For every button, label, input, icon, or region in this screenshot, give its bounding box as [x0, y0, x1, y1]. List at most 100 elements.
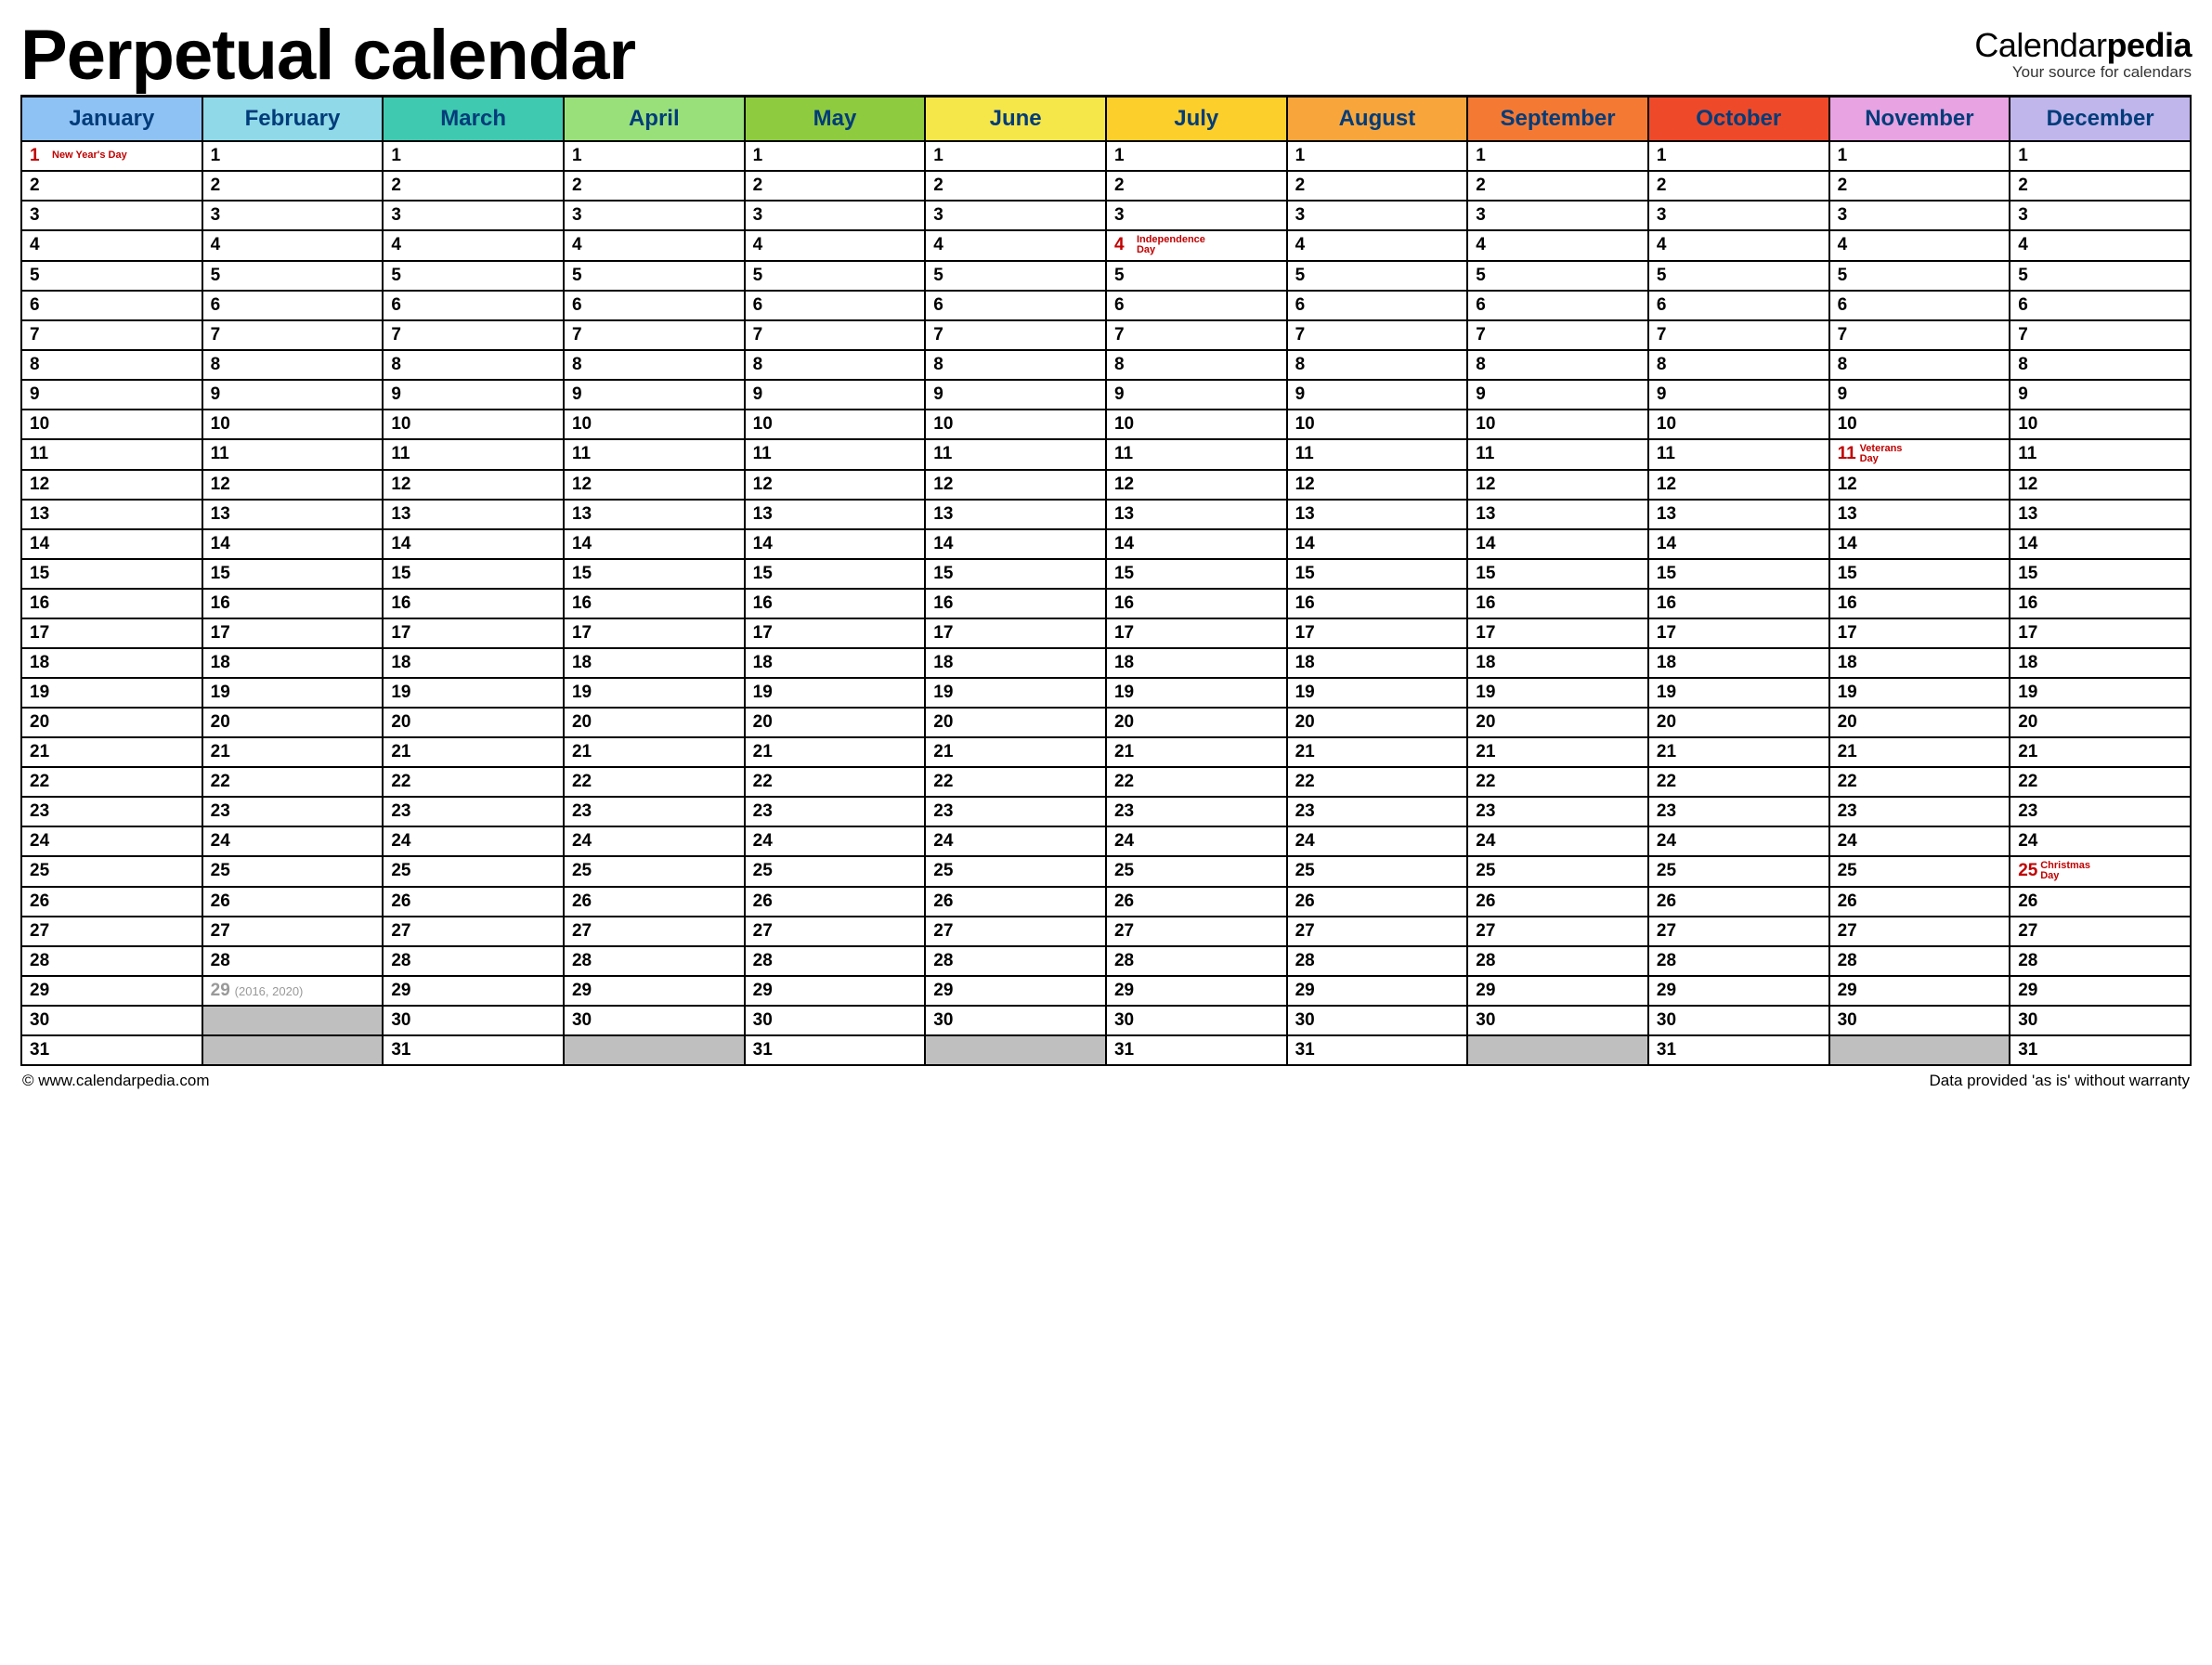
day-cell: 5 — [564, 261, 745, 291]
day-cell: 23 — [1467, 797, 1648, 826]
day-row: 31313131313131 — [21, 1035, 2191, 1065]
day-number: 21 — [1476, 742, 1496, 762]
day-cell: 20 — [1287, 708, 1468, 737]
day-cell: 16 — [2010, 589, 2191, 618]
day-number: 18 — [1114, 653, 1135, 673]
day-cell: 20 — [1648, 708, 1829, 737]
day-number: 24 — [1295, 831, 1316, 852]
footer: © www.calendarpedia.com Data provided 'a… — [20, 1066, 2192, 1090]
day-cell: 29(2016, 2020) — [202, 976, 384, 1006]
day-cell: 23 — [745, 797, 926, 826]
day-cell: 31 — [383, 1035, 564, 1065]
day-number: 24 — [2018, 831, 2038, 852]
holiday-label: New Year's Day — [52, 150, 127, 162]
day-number: 22 — [30, 772, 50, 792]
day-number: 15 — [1838, 564, 1858, 584]
day-number: 6 — [1476, 295, 1496, 316]
day-cell: 6 — [564, 291, 745, 320]
day-number: 24 — [1838, 831, 1858, 852]
day-cell: 11 — [925, 439, 1106, 470]
day-number: 13 — [2018, 504, 2038, 525]
day-cell: 31 — [2010, 1035, 2191, 1065]
day-number: 31 — [1295, 1040, 1316, 1060]
day-number: 4 — [211, 235, 231, 255]
day-number: 8 — [572, 355, 592, 375]
day-cell: 13 — [202, 500, 384, 529]
day-cell: 9 — [2010, 380, 2191, 410]
day-cell: 9 — [1106, 380, 1287, 410]
day-cell: 13 — [2010, 500, 2191, 529]
month-header-october: October — [1648, 97, 1829, 141]
day-cell: 19 — [1287, 678, 1468, 708]
day-number: 11 — [1838, 444, 1858, 464]
day-number: 20 — [391, 712, 411, 733]
day-cell: 27 — [1106, 917, 1287, 946]
day-number: 27 — [30, 921, 50, 942]
day-cell: 14 — [202, 529, 384, 559]
day-cell: 9 — [1287, 380, 1468, 410]
day-cell: 14 — [745, 529, 926, 559]
day-cell: 2 — [745, 171, 926, 201]
day-cell: 7 — [1467, 320, 1648, 350]
day-cell: 14 — [383, 529, 564, 559]
day-cell: 27 — [745, 917, 926, 946]
day-cell: 17 — [21, 618, 202, 648]
day-cell: 16 — [745, 589, 926, 618]
day-cell: 4 — [1648, 230, 1829, 261]
day-cell: 28 — [1287, 946, 1468, 976]
day-number: 6 — [211, 295, 231, 316]
day-number: 19 — [572, 683, 592, 703]
day-cell: 19 — [202, 678, 384, 708]
day-number: 15 — [30, 564, 50, 584]
day-cell: 16 — [383, 589, 564, 618]
day-cell: 15 — [21, 559, 202, 589]
day-cell: 27 — [383, 917, 564, 946]
day-cell: 22 — [745, 767, 926, 797]
day-cell: 20 — [21, 708, 202, 737]
day-number: 13 — [933, 504, 954, 525]
day-number: 23 — [1295, 801, 1316, 822]
day-cell: 21 — [1648, 737, 1829, 767]
day-cell: 2 — [1287, 171, 1468, 201]
day-number: 13 — [572, 504, 592, 525]
day-cell: 31 — [1287, 1035, 1468, 1065]
day-number: 5 — [211, 266, 231, 286]
day-number: 24 — [391, 831, 411, 852]
day-number: 4 — [391, 235, 411, 255]
day-cell: 3 — [1287, 201, 1468, 230]
day-number: 6 — [753, 295, 774, 316]
day-cell: 6 — [1106, 291, 1287, 320]
day-number: 1 — [572, 146, 592, 166]
day-cell: 3 — [21, 201, 202, 230]
month-header-may: May — [745, 97, 926, 141]
day-number: 18 — [211, 653, 231, 673]
day-number: 31 — [391, 1040, 411, 1060]
day-cell: 25 — [21, 856, 202, 887]
day-number: 1 — [933, 146, 954, 166]
day-number: 31 — [2018, 1040, 2038, 1060]
day-number: 29 — [1838, 981, 1858, 1001]
month-header-february: February — [202, 97, 384, 141]
day-number: 5 — [1657, 266, 1677, 286]
day-cell: 6 — [383, 291, 564, 320]
day-cell: 30 — [564, 1006, 745, 1035]
day-cell: 12 — [383, 470, 564, 500]
brand-name-part1: Calendar — [1974, 26, 2106, 64]
day-cell: 17 — [925, 618, 1106, 648]
day-cell: 25 — [1106, 856, 1287, 887]
day-cell: 3 — [1106, 201, 1287, 230]
day-cell: 27 — [1287, 917, 1468, 946]
day-cell: 27 — [925, 917, 1106, 946]
day-number: 5 — [1295, 266, 1316, 286]
day-number: 5 — [1114, 266, 1135, 286]
day-number: 4 — [572, 235, 592, 255]
day-cell: 17 — [745, 618, 926, 648]
day-cell: 14 — [1467, 529, 1648, 559]
day-number: 1 — [753, 146, 774, 166]
day-number: 1 — [30, 146, 50, 166]
day-number: 26 — [1838, 891, 1858, 912]
day-number: 14 — [1838, 534, 1858, 554]
day-number: 6 — [1838, 295, 1858, 316]
day-cell: 26 — [1287, 887, 1468, 917]
day-cell: 29 — [2010, 976, 2191, 1006]
